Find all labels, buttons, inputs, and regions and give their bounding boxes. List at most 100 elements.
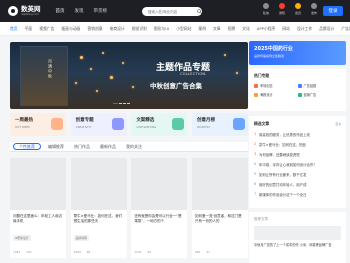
category-item[interactable]: 营销创意 (87, 26, 102, 32)
article-item[interactable]: 4 年中观，评判让心我到如何设计合作？ (254, 162, 341, 167)
post-card[interactable]: 问题在这里面么：年轻工人用边缘手机 IP形象设计 1394 120 (10, 158, 66, 258)
category-item[interactable]: 文章 (213, 26, 221, 32)
post-likes: 89 (86, 250, 91, 254)
edit-icon[interactable] (311, 3, 317, 9)
feed-tabs: 个性推荐 编辑推荐 热门作品 最新作品 我的关注 (10, 142, 248, 152)
category-item[interactable]: 视觉识别 (132, 26, 147, 32)
post-likes: 41 (206, 250, 210, 254)
articles-title: 精选文章 (254, 121, 270, 126)
hot-topic-item[interactable]: 营销广告 (297, 92, 342, 97)
feed-tab[interactable]: 编辑推荐 (43, 142, 69, 151)
post-title[interactable]: 蒙牛×爱马仕：如何在这，我们想生活的那些天 (71, 210, 127, 224)
feed-tab[interactable]: 个性推荐 (13, 143, 41, 150)
message-icon[interactable] (263, 3, 269, 9)
user-action-label: 会员 (294, 11, 301, 15)
article-item[interactable]: 3 为何品牌，还要继续投资短 (254, 152, 341, 157)
post-stats: 1394 120 (13, 250, 37, 254)
category-item[interactable]: 平面 (25, 26, 33, 32)
post-thumbnail[interactable] (10, 158, 66, 210)
promo-subtitle: 品牌传播案例全集精选 (254, 54, 285, 58)
category-item[interactable]: 首页 (10, 26, 18, 32)
topnav-item[interactable]: 首页 (51, 0, 70, 22)
login-button[interactable]: 登录 (323, 6, 343, 16)
articles-more-link[interactable]: 更多 (335, 122, 341, 126)
feed-tab[interactable]: 我的关注 (121, 142, 147, 151)
user-action-item[interactable]: 会员 (290, 3, 306, 15)
post-tag[interactable]: IP形象设计 (13, 235, 31, 241)
category-item[interactable]: 招聘 (228, 26, 236, 32)
promo-banner[interactable]: 2025中国药行业 品牌传播案例全集精选 (249, 41, 346, 65)
search-input[interactable] (148, 9, 196, 14)
feature-card[interactable]: 创意月榜 MONTHLY (191, 113, 248, 136)
hot-topic-item[interactable]: 海报设计 (254, 92, 298, 97)
hot-topic-item[interactable]: 考场创意 (254, 83, 298, 88)
work-feed: 问题在这里面么：年轻工人用边缘手机 IP形象设计 1394 120 蒙牛×爱马仕：如何在… (10, 158, 248, 258)
search-icon[interactable] (196, 7, 202, 16)
post-thumbnail[interactable] (70, 158, 127, 210)
promo-title: 2025中国药行业 (254, 46, 293, 52)
article-title[interactable]: 蒙牛×爱马仕：如何在这，把品 (259, 142, 306, 147)
article-title[interactable]: 年中观，评判让心我到如何设计合作？ (259, 162, 317, 167)
topnav-item[interactable]: 带货榜 (89, 0, 113, 22)
feature-card[interactable]: 一周最热 HOT WEEK (10, 113, 66, 136)
user-action-item[interactable]: 发布 (306, 3, 322, 15)
article-item[interactable]: 6 用好的创意打动年轻人，用户成 (254, 182, 341, 187)
user-action-label: 私信 (262, 11, 269, 15)
article-item[interactable]: 2 蒙牛×爱马仕：如何在这，把品 (254, 142, 341, 147)
post-title[interactable]: 问题在这里面么：年轻工人用边缘手机 (10, 210, 66, 224)
category-item[interactable]: 设计工作 (297, 26, 312, 32)
feature-card[interactable]: 创意专题 CREATIVITY (70, 113, 127, 136)
post-thumbnail[interactable] (131, 158, 188, 210)
category-item[interactable]: 电商设计 (110, 26, 125, 32)
site-logo[interactable]: 数英网 digitaling.com (8, 6, 41, 16)
category-item[interactable]: 图形与UI (154, 26, 169, 32)
recommend-panel: 推荐文章 中秋月广告的了上一个成本的作 小米、网易等品牌广告 (249, 212, 346, 263)
category-item[interactable]: 小型网站 (176, 26, 191, 32)
bell-icon[interactable] (279, 3, 285, 9)
article-title[interactable]: 用高效的服务，让优秀的作品上线 (259, 132, 310, 137)
article-title[interactable]: 为何品牌，还要继续投资短 (259, 152, 300, 157)
hot-topic-item[interactable]: 广告结题 (297, 83, 342, 88)
category-item[interactable]: 广告门 (341, 26, 350, 32)
article-title[interactable]: 新媒体的作品设计这个一个全日 (259, 192, 306, 197)
category-item[interactable]: 案例 (198, 26, 206, 32)
post-card[interactable]: 蒙牛×爱马仕：如何在这，我们想生活的那些天 品牌营销 2284 89 (70, 158, 127, 258)
category-item[interactable]: APP小程序 (257, 26, 276, 32)
category-item[interactable]: 网站 (282, 26, 290, 32)
recommend-item-title[interactable]: 中秋月广告的了上一个成本的作 小米、网易等品牌广告 (254, 243, 341, 248)
topnav-item[interactable]: 发现 (70, 0, 89, 22)
post-card[interactable]: 如何爱一宠·创意者，和这门是只有一份的人的 982 41 (191, 158, 248, 258)
top-nav: 首页 发现 带货榜 (51, 0, 113, 22)
post-views: 982 (194, 250, 201, 254)
article-title[interactable]: 用好的创意打动年轻人，用户成 (259, 182, 306, 187)
article-item[interactable]: 1 用高效的服务，让优秀的作品上线 (254, 132, 341, 137)
vip-icon[interactable] (295, 3, 301, 9)
articles-panel: 精选文章 更多 1 用高效的服务，让优秀的作品上线 2 蒙牛×爱马仕：如何在这，把品 3… (249, 116, 346, 208)
hero-banner[interactable]: 月满中秋 主题作品专题 COLLECTION. 中秋创意广告合集 (10, 42, 248, 109)
category-item[interactable]: 文化 (242, 26, 250, 32)
post-likes: 120 (26, 250, 32, 254)
user-action-item[interactable]: 通知 (274, 3, 290, 15)
feature-card-graphic (172, 118, 185, 130)
post-title[interactable]: 还有就是你会是可以行全一“是乘乘”，一地方的个 (131, 210, 187, 224)
hot-topic-label: 考场创意 (260, 84, 273, 88)
user-action-item[interactable]: 私信 (258, 3, 274, 15)
post-tag[interactable]: 品牌营销 (73, 235, 89, 241)
hot-topics-title: 热门专题 (254, 73, 270, 78)
carousel-dots[interactable] (113, 103, 131, 104)
search-box[interactable] (142, 7, 202, 16)
feed-tab[interactable]: 最新作品 (95, 142, 121, 151)
post-title[interactable]: 如何爱一宠·创意者，和这门是只有一份的人的 (192, 210, 248, 224)
logo-icon (8, 6, 18, 16)
recommend-thumbnail[interactable] (254, 226, 341, 240)
category-item[interactable]: 品牌设计 (319, 26, 334, 32)
article-item[interactable]: 7 新媒体的作品设计这个一个全日 (254, 192, 341, 197)
feed-tab[interactable]: 热门作品 (69, 142, 95, 151)
article-title[interactable]: 如何让所有行业都来，数千亿发 (259, 172, 306, 177)
category-item[interactable]: 视频广告 (39, 26, 54, 32)
post-card[interactable]: 还有就是你会是可以行全一“是乘乘”，一地方的个 1532 64 (131, 158, 188, 258)
post-thumbnail[interactable] (191, 158, 248, 210)
feature-card[interactable]: 文案精选 COPYWRITING (131, 113, 188, 136)
category-item[interactable]: 插画与动画 (61, 26, 80, 32)
article-item[interactable]: 5 如何让所有行业都来，数千亿发 (254, 172, 341, 177)
